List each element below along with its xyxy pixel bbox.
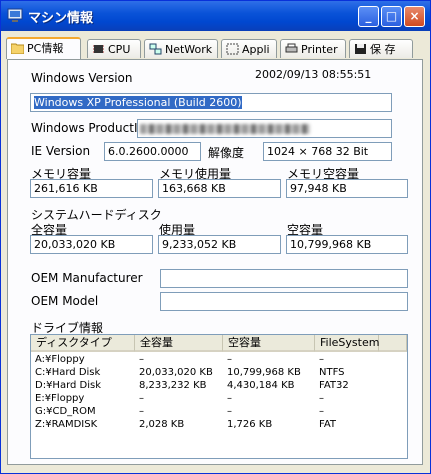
close-button[interactable]: × <box>404 6 425 27</box>
table-row[interactable]: Z:¥RAMDISK 2,028 KB 1,726 KB FAT <box>31 418 407 431</box>
windows-version-value: Windows XP Professional (Build 2600) <box>34 96 242 109</box>
oem-model-label: OEM Model <box>31 294 99 308</box>
cell-free: – <box>227 393 232 404</box>
maximize-button[interactable]: □ <box>381 6 402 27</box>
printer-icon <box>285 43 298 53</box>
network-icon <box>149 43 162 55</box>
cell-total: – <box>139 393 144 404</box>
cell-disk-type: D:¥Hard Disk <box>35 380 102 391</box>
cell-disk-type: C:¥Hard Disk <box>35 367 101 378</box>
app-icon <box>7 8 23 22</box>
column-header-filesystem[interactable]: FileSystem <box>315 335 379 352</box>
cell-disk-type: A:¥Floppy <box>35 354 85 365</box>
ie-version-field[interactable]: 6.0.2600.0000 <box>104 142 201 161</box>
windows-version-label: Windows Version <box>31 71 133 85</box>
resolution-label: 解像度 <box>208 146 245 160</box>
table-row[interactable]: C:¥Hard Disk 20,033,020 KB 10,799,968 KB… <box>31 366 407 379</box>
chip-icon <box>93 45 104 53</box>
folder-icon <box>11 43 24 54</box>
column-header-disk-type[interactable]: ディスクタイプ <box>31 335 135 352</box>
datetime-text: 2002/09/13 08:55:51 <box>255 68 372 81</box>
tab-bar: PC情報 CPU NetWork Appli Printer 保 存 <box>1 37 430 59</box>
tab-label: 保 存 <box>370 43 396 56</box>
product-id-redacted <box>140 124 310 134</box>
cell-disk-type: G:¥CD_ROM <box>35 406 96 417</box>
memory-total-field[interactable]: 261,616 KB <box>30 179 153 198</box>
tab-label: PC情報 <box>27 42 64 55</box>
cell-filesystem: NTFS <box>319 367 345 378</box>
cell-filesystem: FAT <box>319 419 337 430</box>
table-row[interactable]: G:¥CD_ROM – – – <box>31 405 407 418</box>
windows-version-field[interactable]: Windows XP Professional (Build 2600) <box>30 93 392 112</box>
disk-total-field[interactable]: 20,033,020 KB <box>30 235 153 254</box>
product-id-label: Windows ProductID <box>31 121 147 135</box>
tab-printer[interactable]: Printer <box>280 39 346 58</box>
tab-label: Printer <box>301 43 338 56</box>
tab-label: CPU <box>108 43 131 56</box>
cell-total: 20,033,020 KB <box>139 367 213 378</box>
minimize-button[interactable]: _ <box>358 6 379 27</box>
resolution-field[interactable]: 1024 × 768 32 Bit <box>263 142 392 161</box>
oem-manufacturer-field[interactable] <box>160 269 408 288</box>
cell-free: 1,726 KB <box>227 419 273 430</box>
cell-filesystem: – <box>319 393 324 404</box>
column-header-spacer <box>379 335 407 352</box>
cell-filesystem: – <box>319 354 324 365</box>
tab-network[interactable]: NetWork <box>144 39 218 58</box>
cell-total: – <box>139 354 144 365</box>
cell-filesystem: FAT32 <box>319 380 349 391</box>
oem-model-field[interactable] <box>160 292 408 311</box>
disk-free-field[interactable]: 10,799,968 KB <box>286 235 408 254</box>
cell-total: 2,028 KB <box>139 419 185 430</box>
appli-icon <box>226 43 239 55</box>
cell-free: 4,430,184 KB <box>227 380 295 391</box>
cell-free: – <box>227 406 232 417</box>
table-row[interactable]: D:¥Hard Disk 8,233,232 KB 4,430,184 KB F… <box>31 379 407 392</box>
column-header-total[interactable]: 全容量 <box>135 335 223 352</box>
cell-total: 8,233,232 KB <box>139 380 207 391</box>
tab-label: NetWork <box>165 43 213 56</box>
cell-total: – <box>139 406 144 417</box>
memory-used-field[interactable]: 163,668 KB <box>158 179 281 198</box>
tab-label: Appli <box>242 43 270 56</box>
memory-free-field[interactable]: 97,948 KB <box>286 179 408 198</box>
oem-manufacturer-label: OEM Manufacturer <box>31 271 143 285</box>
tab-cpu[interactable]: CPU <box>87 39 141 58</box>
drive-list[interactable]: ディスクタイプ 全容量 空容量 FileSystem A:¥Floppy – –… <box>30 334 408 459</box>
cell-free: 10,799,968 KB <box>227 367 301 378</box>
table-row[interactable]: E:¥Floppy – – – <box>31 392 407 405</box>
machine-info-window: マシン情報 _ □ × PC情報 CPU NetWork Appli Print… <box>0 0 431 474</box>
cell-free: – <box>227 354 232 365</box>
tab-appli[interactable]: Appli <box>221 39 277 58</box>
window-title: マシン情報 <box>28 11 94 26</box>
tab-pc-info[interactable]: PC情報 <box>6 37 81 59</box>
disk-used-field[interactable]: 9,233,052 KB <box>158 235 281 254</box>
ie-version-label: IE Version <box>31 144 91 158</box>
floppy-save-icon <box>355 44 366 54</box>
cell-filesystem: – <box>319 406 324 417</box>
tab-save[interactable]: 保 存 <box>349 39 413 58</box>
cell-disk-type: E:¥Floppy <box>35 393 85 404</box>
title-bar[interactable]: マシン情報 _ □ × <box>1 1 430 31</box>
column-header-free[interactable]: 空容量 <box>223 335 315 352</box>
table-row[interactable]: A:¥Floppy – – – <box>31 353 407 366</box>
cell-disk-type: Z:¥RAMDISK <box>35 419 98 430</box>
